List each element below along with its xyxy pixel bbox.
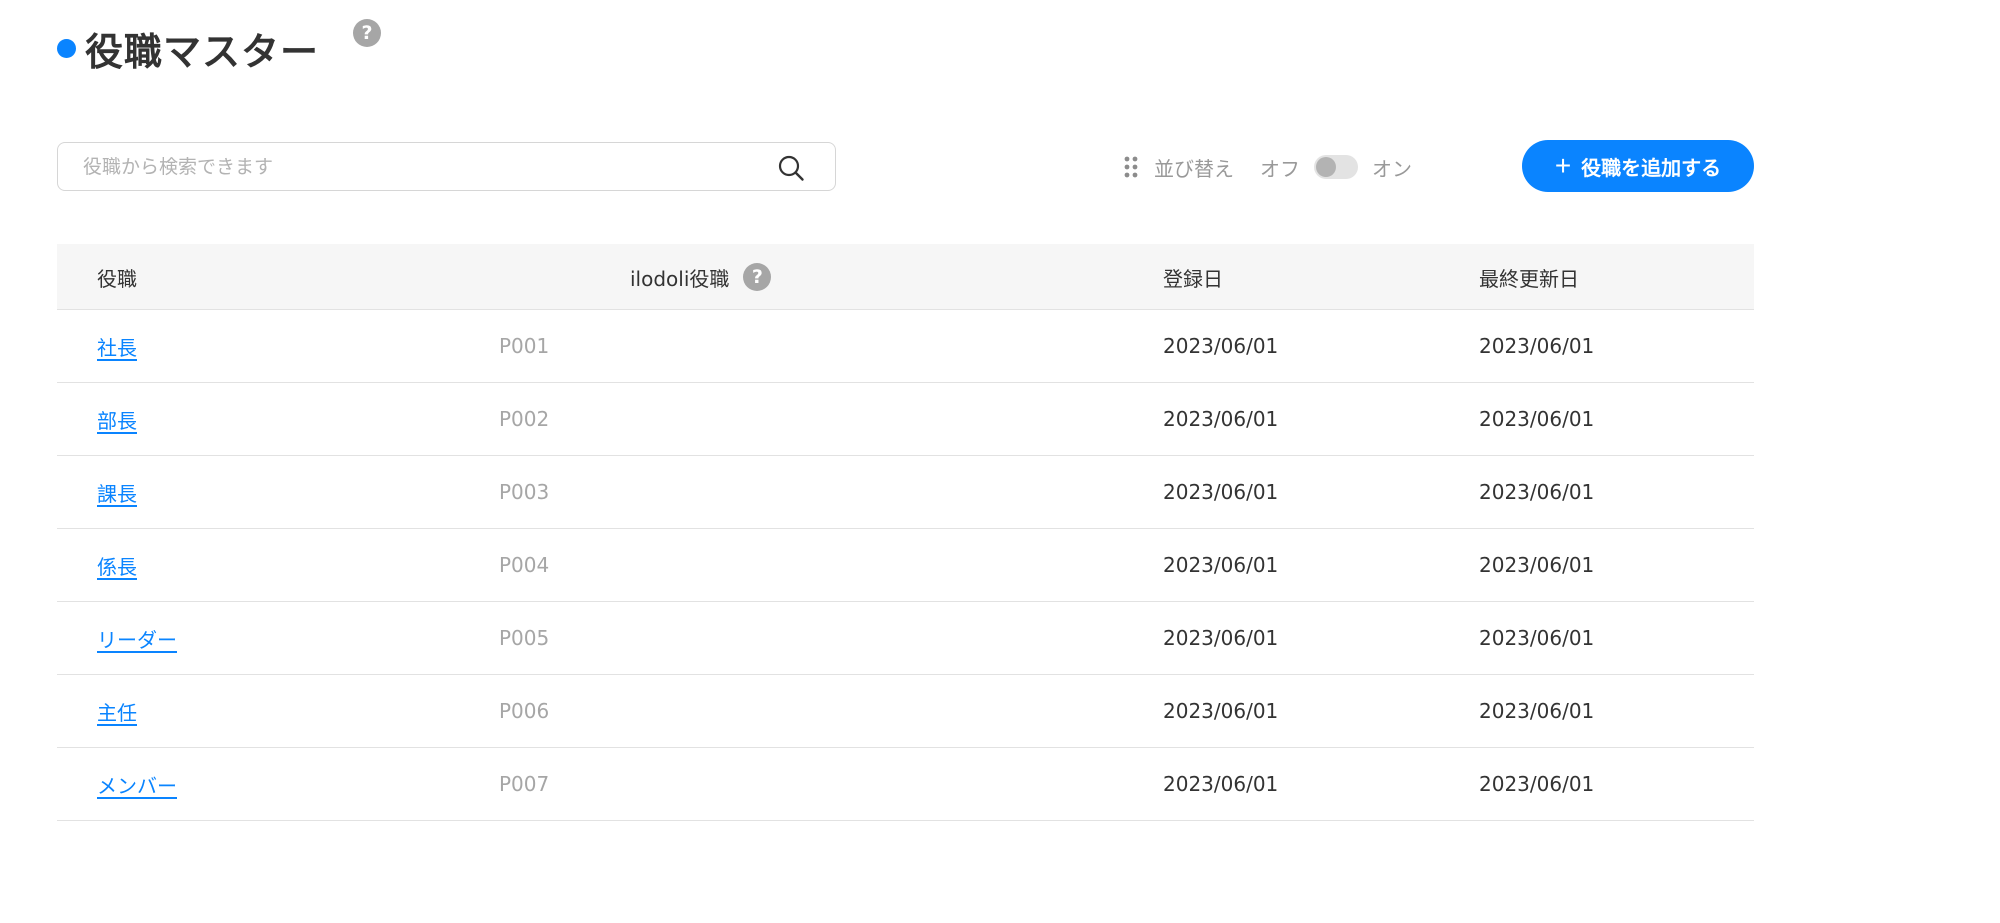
position-code: P007 [499,772,550,796]
position-name-link[interactable]: 課長 [97,478,137,507]
updated-date: 2023/06/01 [1479,334,1595,358]
updated-date: 2023/06/01 [1479,480,1595,504]
position-name-link[interactable]: リーダー [97,624,177,653]
table-header: 役職 ilodoli役職 ? 登録日 最終更新日 [57,244,1754,310]
column-header-ilodoli-label: ilodoli役職 [630,266,730,291]
position-name-link[interactable]: 主任 [97,697,137,726]
created-date: 2023/06/01 [1163,699,1279,723]
position-name-link[interactable]: メンバー [97,770,177,799]
created-date: 2023/06/01 [1163,626,1279,650]
column-header-created: 登録日 [1163,266,1223,291]
drag-handle-icon [1124,156,1138,178]
created-date: 2023/06/01 [1163,334,1279,358]
add-position-button[interactable]: + 役職を追加する [1522,140,1754,192]
updated-date: 2023/06/01 [1479,772,1595,796]
sort-toggle-knob [1316,157,1336,177]
updated-date: 2023/06/01 [1479,626,1595,650]
page-title: 役職マスター [85,29,320,74]
table-row: リーダー P005 2023/06/01 2023/06/01 [57,602,1754,675]
position-name-link[interactable]: 社長 [97,332,137,361]
sort-label: 並び替え [1154,156,1234,181]
help-icon[interactable]: ? [743,263,772,291]
table-row: 社長 P001 2023/06/01 2023/06/01 [57,310,1754,383]
table-row: メンバー P007 2023/06/01 2023/06/01 [57,748,1754,821]
help-icon[interactable]: ? [353,19,381,47]
position-name-link[interactable]: 係長 [97,551,137,580]
sort-toggle-area: 並び替え オフ オン [1124,150,1412,184]
sort-off-label: オフ [1260,156,1300,181]
updated-date: 2023/06/01 [1479,553,1595,577]
search-input[interactable] [83,155,723,178]
table-row: 課長 P003 2023/06/01 2023/06/01 [57,456,1754,529]
plus-icon: + [1554,150,1572,181]
position-code: P002 [499,407,550,431]
positions-table: 役職 ilodoli役職 ? 登録日 最終更新日 社長 P001 2023/06… [57,244,1754,821]
column-header-position: 役職 [97,266,137,291]
position-code: P004 [499,553,550,577]
title-bullet [57,38,76,58]
search-box [57,142,836,191]
page-header: 役職マスター [57,18,319,78]
column-header-updated: 最終更新日 [1479,266,1579,291]
position-code: P001 [499,334,550,358]
created-date: 2023/06/01 [1163,407,1279,431]
column-header-ilodoli-position: ilodoli役職 ? [630,244,772,310]
sort-on-label: オン [1372,156,1412,181]
position-code: P006 [499,699,550,723]
updated-date: 2023/06/01 [1479,407,1595,431]
position-name-link[interactable]: 部長 [97,405,137,434]
position-code: P003 [499,480,550,504]
table-row: 部長 P002 2023/06/01 2023/06/01 [57,383,1754,456]
created-date: 2023/06/01 [1163,553,1279,577]
table-row: 主任 P006 2023/06/01 2023/06/01 [57,675,1754,748]
table-row: 係長 P004 2023/06/01 2023/06/01 [57,529,1754,602]
created-date: 2023/06/01 [1163,480,1279,504]
search-icon[interactable] [777,154,805,182]
updated-date: 2023/06/01 [1479,699,1595,723]
sort-toggle[interactable] [1314,155,1358,179]
position-code: P005 [499,626,550,650]
created-date: 2023/06/01 [1163,772,1279,796]
add-position-label: 役職を追加する [1581,157,1722,180]
